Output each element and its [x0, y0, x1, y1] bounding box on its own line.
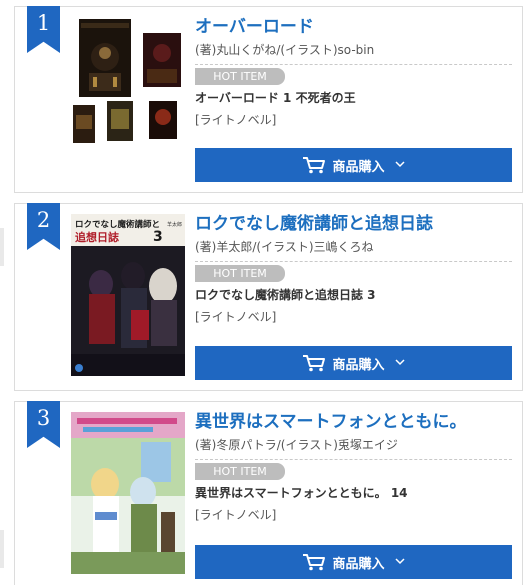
ranking-card-1: 1 オーバーロード (著)丸山くがね/(イラスト)so-bin HOT ITEM…	[14, 6, 523, 193]
item-name[interactable]: 異世界はスマートフォンとともに。 14	[195, 484, 512, 501]
edge-bar	[0, 228, 4, 266]
item-title[interactable]: 異世界はスマートフォンとともに。	[195, 410, 512, 434]
rank-badge: 2	[27, 203, 60, 250]
category-label: [ライトノベル]	[195, 508, 277, 522]
ranking-card-2: 2 ロクでなし魔術講師と 追想日誌 3 羊太郎 ロクでなし魔術講師と追想日誌 (…	[14, 203, 523, 391]
category-label: [ライトノベル]	[195, 310, 277, 324]
cart-icon	[302, 354, 326, 372]
buy-button-label: 商品購入	[332, 159, 385, 175]
category-label: [ライトノベル]	[195, 113, 277, 127]
buy-button[interactable]: 商品購入	[195, 545, 512, 579]
buy-button[interactable]: 商品購入	[195, 148, 512, 182]
book-cover-image[interactable]: ロクでなし魔術講師と 追想日誌 3 羊太郎	[71, 214, 185, 376]
cart-icon	[302, 156, 326, 174]
item-name[interactable]: ロクでなし魔術講師と追想日誌 3	[195, 286, 512, 303]
cover-volume: 3	[153, 229, 163, 245]
book-cover-image[interactable]	[71, 412, 185, 574]
chevron-down-icon	[394, 557, 405, 568]
cover-title-line2: 追想日誌	[75, 230, 119, 244]
hot-item-badge: HOT ITEM	[195, 463, 285, 480]
item-info: オーバーロード (著)丸山くがね/(イラスト)so-bin HOT ITEM オ…	[195, 15, 512, 128]
item-info: ロクでなし魔術講師と追想日誌 (著)羊太郎/(イラスト)三嶋くろね HOT IT…	[195, 212, 512, 325]
item-title[interactable]: オーバーロード	[195, 15, 512, 39]
cart-icon	[302, 553, 326, 571]
buy-button-label: 商品購入	[332, 357, 385, 373]
cover-title-line1: ロクでなし魔術講師と	[75, 219, 160, 230]
edge-bar	[0, 530, 4, 568]
divider	[195, 64, 512, 65]
book-cover-image[interactable]	[71, 17, 185, 179]
hot-item-badge: HOT ITEM	[195, 68, 285, 85]
chevron-down-icon	[394, 160, 405, 171]
item-title[interactable]: ロクでなし魔術講師と追想日誌	[195, 212, 512, 236]
ranking-card-3: 3 異世界はスマートフォンとともに。 (著)冬原パトラ/(イラスト)兎塚エイジ …	[14, 401, 523, 585]
author-line: (著)丸山くがね/(イラスト)so-bin	[195, 43, 375, 57]
rank-badge: 3	[27, 401, 60, 448]
buy-button-label: 商品購入	[332, 556, 385, 572]
buy-button[interactable]: 商品購入	[195, 346, 512, 380]
divider	[195, 459, 512, 460]
chevron-down-icon	[394, 358, 405, 369]
hot-item-badge: HOT ITEM	[195, 265, 285, 282]
author-line: (著)冬原パトラ/(イラスト)兎塚エイジ	[195, 438, 398, 452]
divider	[195, 261, 512, 262]
cover-author: 羊太郎	[167, 221, 182, 228]
rank-badge: 1	[27, 6, 60, 53]
item-info: 異世界はスマートフォンとともに。 (著)冬原パトラ/(イラスト)兎塚エイジ HO…	[195, 410, 512, 523]
item-name[interactable]: オーバーロード 1 不死者の王	[195, 89, 512, 106]
author-line: (著)羊太郎/(イラスト)三嶋くろね	[195, 240, 374, 254]
